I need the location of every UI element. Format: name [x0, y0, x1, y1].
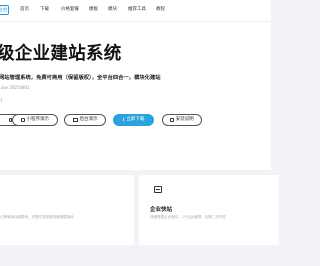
nav-templates[interactable]: 模板 — [89, 7, 98, 13]
feature-card-enterprise[interactable]: 企业快站 快速搭建企业官网，1个后台管理，无需二次开发 — [139, 175, 279, 245]
nav-tutorials[interactable]: 教程 — [156, 7, 165, 13]
logo[interactable]: 后台 — [0, 5, 9, 15]
download-icon: ⭳ — [122, 116, 125, 123]
number-text: 1 — [0, 98, 3, 103]
admin-demo-label: 后台演示 — [79, 117, 98, 122]
download-button[interactable]: ⭳ 立即下载 — [113, 114, 154, 126]
monitor-icon — [72, 118, 78, 122]
browser-icon — [154, 186, 162, 193]
nav-pricing[interactable]: 价格套餐 — [61, 7, 79, 13]
nav-download[interactable]: 下载 — [40, 7, 49, 13]
mini-program-label: 小程序演示 — [26, 117, 50, 122]
doc-icon — [170, 117, 174, 123]
page-title: 级企业建站系统 — [0, 44, 122, 64]
page-subtitle: 网站管理系统，免费可商用（保留版权），全平台四合一，模块化建站 — [0, 75, 161, 81]
feature-card[interactable]: 心等营销功能模块。无需开发即能快速搭建落地 — [0, 175, 134, 245]
mini-program-demo-button[interactable]: 小程序演示 — [12, 114, 58, 126]
nav-tools[interactable]: 推荐工具 — [128, 7, 146, 13]
feature-card-title: 企业快站 — [150, 207, 173, 213]
install-guide-label: 安装说明 — [175, 117, 194, 122]
top-nav: 后台 首页 下载 价格套餐 模板 模块 推荐工具 教程 — [0, 0, 271, 22]
nav-home[interactable]: 首页 — [20, 7, 29, 13]
feature-card-desc: 心等营销功能模块。无需开发即能快速搭建落地 — [0, 215, 74, 219]
mini-program-icon — [21, 117, 25, 123]
version-text: ase 20250801 — [1, 85, 30, 90]
feature-card-desc: 快速搭建企业官网，1个后台管理，无需二次开发 — [150, 215, 226, 219]
download-label: 立即下载 — [126, 117, 145, 122]
nav-modules[interactable]: 模块 — [108, 7, 117, 13]
admin-demo-button[interactable]: 后台演示 — [64, 114, 106, 126]
install-guide-button[interactable]: 安装说明 — [162, 114, 202, 126]
